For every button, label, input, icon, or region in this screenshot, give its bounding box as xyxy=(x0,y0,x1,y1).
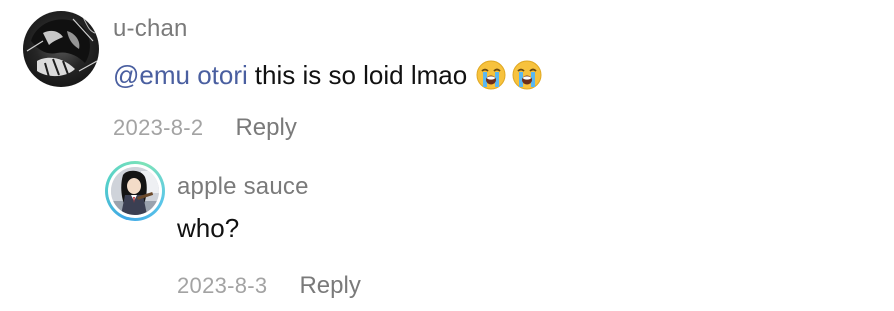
avatar-image xyxy=(111,167,159,215)
avatar-apple-sauce[interactable] xyxy=(105,161,165,221)
comment-body: @emu otori this is so loid lmao xyxy=(113,59,547,91)
comment-username[interactable]: u-chan xyxy=(113,17,188,41)
reply-button[interactable]: Reply xyxy=(235,116,296,140)
comment-date: 2023-8-2 xyxy=(113,115,204,140)
reply-meta: 2023-8-3 Reply xyxy=(177,274,361,298)
comment-text: this is so loid lmao xyxy=(254,60,468,90)
avatar-ring-inner xyxy=(108,164,162,218)
loudly-crying-face-icon xyxy=(512,60,542,90)
reply-date: 2023-8-3 xyxy=(177,273,268,298)
reply-text: who? xyxy=(177,213,240,243)
comment-thread: u-chan @emu otori this is so loid lmao 2… xyxy=(0,0,894,311)
mention-link[interactable]: @emu otori xyxy=(113,62,248,88)
reply-username[interactable]: apple sauce xyxy=(177,175,309,199)
reply-to-reply-button[interactable]: Reply xyxy=(299,274,360,298)
avatar-u-chan[interactable] xyxy=(23,11,99,87)
reply-body: who? xyxy=(177,215,247,241)
loudly-crying-face-icon xyxy=(476,60,506,90)
comment-meta: 2023-8-2 Reply xyxy=(113,116,297,140)
